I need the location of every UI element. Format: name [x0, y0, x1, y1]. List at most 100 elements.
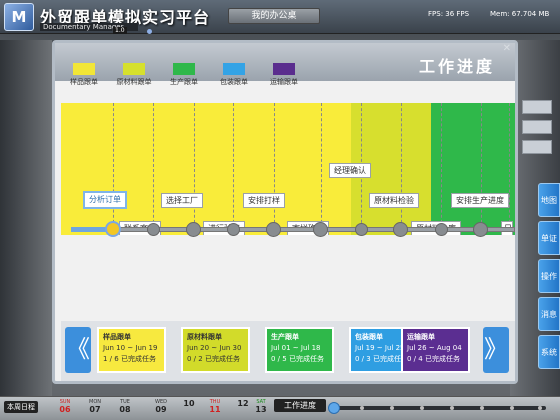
- task-node[interactable]: [355, 223, 368, 236]
- prev-phase-button[interactable]: 《: [65, 327, 91, 373]
- dock-messages-button[interactable]: 消息: [538, 297, 560, 331]
- legend-item: 原材料跟单: [115, 63, 153, 87]
- task-node[interactable]: [266, 222, 281, 237]
- legend-label: 原材料跟单: [116, 78, 152, 86]
- task-connector: [113, 103, 114, 233]
- progress-tick: [538, 406, 542, 410]
- day-number: 11: [209, 405, 221, 414]
- card-title: 样品跟单: [103, 333, 131, 341]
- calendar-day[interactable]: MON 07: [84, 399, 106, 414]
- document-stack: [522, 120, 552, 134]
- card-status: 1 / 6 已完成任务: [103, 355, 156, 363]
- card-title: 原材料跟单: [187, 333, 222, 341]
- calendar-day[interactable]: SAT 13: [250, 399, 272, 414]
- card-dates: Jun 20 ~ Jun 30: [187, 344, 242, 352]
- progress-tick: [480, 406, 484, 410]
- phase-card-material[interactable]: 原材料跟单 Jun 20 ~ Jun 30 0 / 2 已完成任务: [181, 327, 250, 373]
- day-number: 09: [155, 405, 167, 414]
- task-manager-confirm[interactable]: 经理确认: [329, 163, 371, 178]
- task-connector: [274, 103, 275, 233]
- day-number: 06: [59, 405, 71, 414]
- legend-item: 生产跟单: [165, 63, 203, 87]
- day-number: 08: [119, 405, 131, 414]
- calendar-day[interactable]: SUN 06: [54, 399, 76, 414]
- work-progress-dialog: 工作进度 ✕ 样品跟单 原材料跟单 生产跟单 包装跟单 运输跟单 分析订单 联系…: [52, 40, 518, 384]
- task-node[interactable]: [147, 223, 160, 236]
- dock-map-button[interactable]: 地图: [538, 183, 560, 217]
- task-arrange-sample[interactable]: 安排打样: [243, 193, 285, 208]
- app-logo: M: [4, 3, 34, 31]
- progress-tick: [420, 406, 424, 410]
- my-desk-button[interactable]: 我的办公桌: [228, 8, 320, 24]
- task-connector: [194, 103, 195, 233]
- current-task-marker[interactable]: [105, 221, 121, 237]
- phase-legend: 样品跟单 原材料跟单 生产跟单 包装跟单 运输跟单: [65, 63, 303, 87]
- legend-item: 运输跟单: [265, 63, 303, 87]
- close-icon[interactable]: ✕: [503, 43, 511, 54]
- task-node[interactable]: [473, 222, 488, 237]
- task-timeline: [61, 221, 515, 237]
- status-dot: [147, 29, 152, 34]
- legend-item: 包装跟单: [215, 63, 253, 87]
- calendar-day[interactable]: WED 09: [150, 399, 172, 414]
- card-dates: Jul 01 ~ Jul 18: [271, 344, 321, 352]
- weekly-schedule-label: 本周日程: [4, 401, 38, 413]
- timeline-track: [71, 227, 515, 232]
- phase-card-production[interactable]: 生产跟单 Jul 01 ~ Jul 18 0 / 5 已完成任务: [265, 327, 334, 373]
- phase-card-shipping[interactable]: 运输跟单 Jul 26 ~ Aug 04 0 / 4 已完成任务: [401, 327, 470, 373]
- phase-sample: [61, 103, 351, 235]
- card-dates: Jul 26 ~ Aug 04: [407, 344, 462, 352]
- task-node[interactable]: [435, 223, 448, 236]
- task-node[interactable]: [227, 223, 240, 236]
- legend-item: 样品跟单: [65, 63, 103, 87]
- card-dates: Jun 10 ~ Jun 19: [103, 344, 158, 352]
- calendar-day[interactable]: 10: [178, 399, 200, 408]
- task-connector: [509, 103, 510, 233]
- task-connector: [321, 103, 322, 233]
- phase-cards-panel: 《 样品跟单 Jun 10 ~ Jun 19 1 / 6 已完成任务 原材料跟单…: [61, 321, 515, 381]
- next-phase-button[interactable]: 》: [483, 327, 509, 373]
- progress-slider-handle[interactable]: [328, 402, 340, 414]
- task-analyze-order[interactable]: 分析订单: [83, 191, 127, 209]
- dialog-title: 工作进度: [418, 57, 495, 76]
- task-connector: [441, 103, 442, 233]
- card-title: 生产跟单: [271, 333, 299, 341]
- task-node[interactable]: [393, 222, 408, 237]
- dock-documents-button[interactable]: 单证: [538, 221, 560, 255]
- dock-system-button[interactable]: 系统: [538, 335, 560, 369]
- legend-label: 包装跟单: [220, 78, 248, 86]
- legend-swatch: [273, 63, 295, 75]
- task-connector: [153, 103, 154, 233]
- dock-operations-button[interactable]: 操作: [538, 259, 560, 293]
- work-progress-label: 工作进度: [274, 399, 326, 412]
- legend-swatch: [123, 63, 145, 75]
- legend-swatch: [173, 63, 195, 75]
- app-version: 1.0: [113, 27, 127, 34]
- phase-card-sample[interactable]: 样品跟单 Jun 10 ~ Jun 19 1 / 6 已完成任务: [97, 327, 166, 373]
- card-status: 0 / 4 已完成任务: [407, 355, 460, 363]
- right-dock: 地图 单证 操作 消息 系统: [538, 183, 560, 373]
- task-node[interactable]: [186, 222, 201, 237]
- task-select-factory[interactable]: 选择工厂: [161, 193, 203, 208]
- card-title: 运输跟单: [407, 333, 435, 341]
- calendar-day-today[interactable]: THU 11: [204, 399, 226, 414]
- top-bar: M 外贸跟单模拟实习平台 Documentary Manager 1.0 我的办…: [0, 0, 560, 34]
- legend-label: 样品跟单: [70, 78, 98, 86]
- legend-swatch: [73, 63, 95, 75]
- dialog-header: 工作进度 ✕ 样品跟单 原材料跟单 生产跟单 包装跟单 运输跟单: [55, 43, 515, 86]
- background-left-panel: [0, 40, 52, 400]
- progress-tick: [360, 406, 364, 410]
- task-material-inspect[interactable]: 原材料检验: [369, 193, 419, 208]
- memory-readout: Mem: 67.704 MB: [490, 10, 550, 18]
- task-production-schedule[interactable]: 安排生产进度: [451, 193, 509, 208]
- card-status: 0 / 5 已完成任务: [271, 355, 324, 363]
- task-node[interactable]: [313, 222, 328, 237]
- day-number: 07: [89, 405, 101, 414]
- legend-swatch: [223, 63, 245, 75]
- card-status: 0 / 2 已完成任务: [187, 355, 240, 363]
- calendar-day[interactable]: TUE 08: [114, 399, 136, 414]
- progress-tick: [450, 406, 454, 410]
- document-stack: [522, 140, 552, 154]
- bottom-bar: 本周日程 SUN 06 MON 07 TUE 08 WED 09 10 THU 11 12…: [0, 396, 560, 420]
- legend-label: 生产跟单: [170, 78, 198, 86]
